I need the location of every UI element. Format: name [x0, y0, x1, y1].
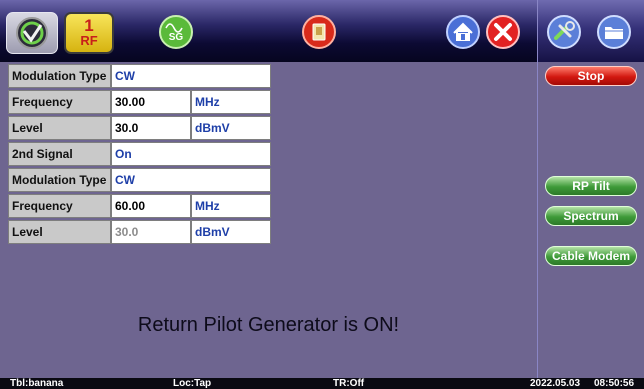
home-button[interactable] [445, 14, 481, 50]
rp-tilt-button[interactable]: RP Tilt [545, 176, 637, 196]
table-row: Level 30.0 dBmV [8, 116, 271, 140]
frequency-unit[interactable]: MHz [191, 90, 271, 114]
modulation-type-2-field[interactable]: CW [111, 168, 271, 192]
cable-modem-button[interactable]: Cable Modem [545, 246, 637, 266]
close-button[interactable] [485, 14, 521, 50]
level-label: Level [8, 116, 111, 140]
top-toolbar: 1 RF SG [0, 0, 644, 62]
veex-logo-icon [16, 17, 48, 49]
settings-button[interactable] [546, 14, 582, 50]
level-unit[interactable]: dBmV [191, 116, 271, 140]
open-folder-button[interactable] [596, 14, 632, 50]
table-row: 2nd Signal On [8, 142, 271, 166]
status-bar: Tbl:banana Loc:Tap TR:Off 2022.05.03 08:… [0, 378, 644, 389]
rf-port-button[interactable]: 1 RF [64, 12, 114, 54]
status-tr: TR:Off [333, 378, 365, 389]
table-row: Modulation Type CW [8, 168, 271, 192]
status-time: 08:50:56 [594, 378, 635, 389]
level-field[interactable]: 30.0 [111, 116, 191, 140]
second-signal-field[interactable]: On [111, 142, 271, 166]
settings-tools-icon [547, 15, 581, 49]
status-location: Loc:Tap [173, 378, 212, 389]
status-message: Return Pilot Generator is ON! [137, 314, 400, 336]
side-panel: Stop RP Tilt Spectrum Cable Modem [537, 62, 644, 378]
folder-icon [597, 15, 631, 49]
save-report-button[interactable] [301, 14, 337, 50]
frequency-2-unit[interactable]: MHz [191, 194, 271, 218]
spectrum-button[interactable]: Spectrum [545, 206, 637, 226]
level-2-field: 30.0 [111, 220, 191, 244]
second-signal-label: 2nd Signal [8, 142, 111, 166]
frequency-2-field[interactable]: 60.00 [111, 194, 191, 218]
table-row: Frequency 60.00 MHz [8, 194, 271, 218]
sg-icon-label: SG [169, 32, 184, 43]
table-row: Modulation Type CW [8, 64, 271, 88]
main-menu-button[interactable] [6, 12, 58, 54]
table-row: Frequency 30.00 MHz [8, 90, 271, 114]
home-icon [446, 15, 480, 49]
rf-port-label: RF [80, 33, 98, 48]
modulation-type-2-label: Modulation Type [8, 168, 111, 192]
modulation-type-field[interactable]: CW [111, 64, 271, 88]
main-content: Modulation Type CW Frequency 30.00 MHz L… [0, 62, 537, 378]
top-right-panel [537, 0, 644, 62]
table-row: Level 30.0 dBmV [8, 220, 271, 244]
level-2-unit: dBmV [191, 220, 271, 244]
frequency-label: Frequency [8, 90, 111, 114]
stop-button[interactable]: Stop [545, 66, 637, 86]
close-icon [486, 15, 520, 49]
status-table: Tbl:banana [10, 378, 64, 389]
level-2-label: Level [8, 220, 111, 244]
rf-port-number: 1 [84, 16, 94, 35]
modulation-type-label: Modulation Type [8, 64, 111, 88]
signal-generator-button[interactable]: SG [158, 14, 194, 50]
save-report-icon [302, 15, 336, 49]
frequency-2-label: Frequency [8, 194, 111, 218]
signal-generator-icon: SG [159, 15, 193, 49]
status-date: 2022.05.03 [530, 378, 581, 389]
frequency-field[interactable]: 30.00 [111, 90, 191, 114]
